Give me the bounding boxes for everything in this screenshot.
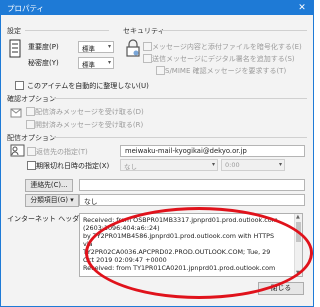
delivery-receipt-label: 配信済みメッセージを受け取る(D) [35, 108, 144, 116]
contacts-button[interactable]: 連絡先(C)... [25, 179, 73, 192]
internet-headers-textarea[interactable]: Received: from OSBPR01MB3317.jpnprd01.pr… [79, 213, 303, 277]
headers-scrollbar[interactable]: ▲ ▼ [294, 214, 302, 276]
no-archive-label: このアイテムを自動的に整理しない(U) [27, 82, 149, 90]
expire-time-value: 0:00 [225, 161, 240, 169]
sensitivity-value: 標準 [82, 61, 95, 69]
security-divider [161, 30, 307, 31]
header-line: (2603:1096:404:a6::24) [83, 224, 160, 232]
properties-dialog: プロパティ ✕ 設定 重要度(P) 標準 ▾ 秘密度(Y) 標準 ▾ このアイテ… [0, 0, 314, 307]
encrypt-checkbox[interactable] [143, 42, 152, 51]
no-archive-checkbox[interactable] [15, 81, 24, 90]
security-header: セキュリティ [123, 27, 165, 35]
delivery-receipt-checkbox[interactable] [26, 107, 35, 116]
header-line: Received: from OSBPR01MB3317.jpnprd01.pr… [83, 216, 278, 224]
close-icon[interactable]: ✕ [291, 1, 313, 15]
tracking-divider [53, 98, 307, 99]
delivery-divider [53, 137, 307, 138]
chevron-down-icon: ▾ [211, 161, 215, 168]
header-line: TY2PR02CA0036.APCPRD02.PROD.OUTLOOK.COM;… [83, 248, 271, 256]
lock-icon [126, 39, 140, 57]
read-receipt-checkbox[interactable] [26, 120, 35, 129]
dialog-title: プロパティ [7, 4, 45, 13]
header-line: via [83, 240, 93, 248]
reply-to-value: meiwaku-mail-kyogikai@dekyo.or.jp [125, 147, 247, 155]
signature-label: 送信メッセージにデジタル署名を追加する(S) [152, 55, 295, 63]
settings-divider [25, 30, 109, 31]
header-line: Received: from TY1PR01CA0201.jpnprd01.pr… [83, 264, 276, 272]
tracking-icon [10, 106, 24, 120]
reply-to-checkbox[interactable] [27, 147, 36, 156]
settings-header: 設定 [7, 27, 21, 35]
header-line: by TY2PR01MB4586.jpnprd01.prod.outlook.c… [83, 232, 275, 240]
scrollbar-thumb[interactable] [296, 222, 301, 242]
close-button[interactable]: 閉じる [258, 282, 304, 295]
chevron-down-icon: ▾ [107, 43, 111, 50]
chevron-down-icon: ▾ [70, 196, 74, 204]
document-settings-icon [9, 39, 21, 59]
expire-label: 期限切れ日時の指定(X) [36, 162, 110, 170]
expire-time-select[interactable]: 0:00 ▾ [221, 159, 285, 171]
reply-to-label: 返信先の指定(T) [36, 148, 88, 156]
categories-field[interactable]: なし [79, 194, 305, 206]
sensitivity-label: 秘密度(Y) [28, 59, 59, 67]
chevron-down-icon: ▾ [278, 161, 282, 168]
contacts-field[interactable] [79, 179, 305, 191]
header-line: Oct 2019 02:09:47 +0000 [83, 256, 167, 264]
reply-to-field[interactable]: meiwaku-mail-kyogikai@dekyo.or.jp [120, 145, 305, 157]
expire-date-value: なし [124, 163, 137, 171]
contact-card-icon [10, 144, 25, 157]
delivery-header: 配信オプション [7, 134, 56, 142]
expire-date-select[interactable]: なし ▾ [120, 159, 218, 171]
title-bar: プロパティ ✕ [1, 1, 313, 15]
scroll-up-icon[interactable]: ▲ [296, 214, 300, 220]
signature-checkbox[interactable] [143, 54, 152, 63]
chevron-down-icon: ▾ [107, 59, 111, 66]
smime-checkbox[interactable] [156, 66, 165, 75]
read-receipt-label: 開封済みメッセージを受け取る(R) [35, 121, 144, 129]
tracking-header: 確認オプション [7, 95, 56, 103]
encrypt-label: メッセージ内容と添付ファイルを暗号化する(E) [152, 43, 302, 51]
categories-value: なし [84, 198, 98, 206]
expire-checkbox[interactable] [27, 161, 36, 170]
categories-button[interactable]: 分類項目(G) ▾ [25, 194, 79, 207]
categories-button-label: 分類項目(G) [30, 196, 69, 204]
importance-label: 重要度(P) [28, 43, 59, 51]
sensitivity-select[interactable]: 標準 ▾ [78, 57, 114, 69]
importance-value: 標準 [82, 45, 95, 53]
importance-select[interactable]: 標準 ▾ [78, 41, 114, 53]
scroll-down-icon[interactable]: ▼ [296, 270, 300, 276]
smime-label: S/MIME 確認メッセージを要求する(T) [165, 67, 287, 75]
